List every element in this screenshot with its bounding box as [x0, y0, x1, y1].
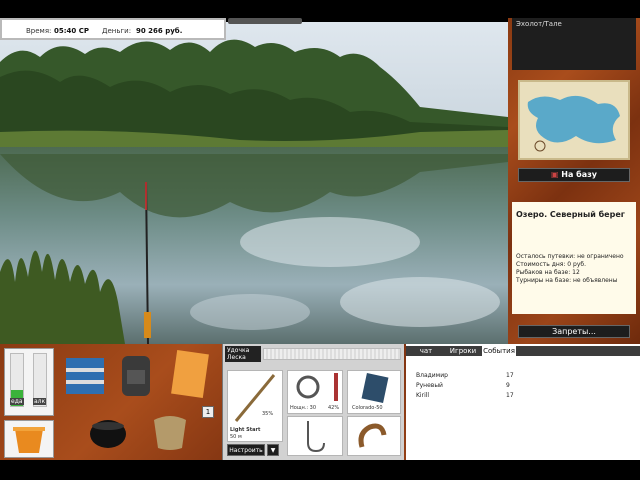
creel-slot[interactable]	[146, 404, 194, 458]
player-name[interactable]: Руневый	[416, 382, 443, 389]
hook-icon	[307, 421, 325, 453]
sonar-title: Эхолот/Тале	[516, 20, 562, 28]
rod-header: Удочка	[227, 347, 250, 354]
bottom-band	[0, 460, 640, 480]
tab-players[interactable]: Игроки	[446, 346, 480, 356]
time-label: Время:	[26, 27, 52, 35]
alcohol-gauge: алк	[33, 353, 47, 407]
food-gauge: еда	[10, 353, 24, 407]
line-header: Леска	[227, 354, 246, 361]
top-band	[0, 0, 640, 18]
backpack-slot[interactable]	[118, 348, 154, 402]
line-spool-icon	[361, 372, 389, 404]
pot-slot[interactable]	[86, 404, 130, 456]
bait-slot[interactable]	[347, 416, 401, 456]
status-gauges: еда алк	[4, 348, 54, 416]
car-icon: ▣	[550, 170, 562, 179]
gear-status-bar	[263, 348, 401, 360]
setup-dropdown-button[interactable]: ▼	[267, 444, 279, 456]
location-line: Рыбаков на базе: 12	[516, 269, 580, 276]
location-line: Осталось путевки: не ограничено	[516, 253, 624, 260]
fishing-line-slot[interactable]: Colorado-50	[347, 370, 401, 414]
location-line: Стоимость дня: 0 руб.	[516, 261, 586, 268]
info-panel: Время: 05:40 СР Деньги: 90 266 руб.	[0, 18, 226, 40]
to-base-button[interactable]: ▣ На базу	[518, 168, 630, 182]
time-value: 05:40 СР	[54, 27, 89, 35]
pot-icon	[90, 420, 126, 448]
bucket-slot[interactable]	[4, 420, 54, 458]
lake-map[interactable]	[518, 80, 630, 160]
rod-percent: 35%	[262, 411, 274, 417]
tackle-box-slot[interactable]	[62, 350, 108, 402]
inventory-count-badge: 1	[202, 406, 214, 418]
to-base-label: На базу	[561, 170, 598, 179]
notebook-icon	[171, 349, 209, 399]
location-panel: Озеро. Северный берег Осталось путевки: …	[512, 202, 636, 314]
gear-panel: Удочка Леска 35% Light Start 50 м Нощн.:…	[222, 344, 404, 460]
lake-scene[interactable]	[0, 22, 508, 344]
player-score: 17	[506, 392, 514, 399]
inventory: 1	[56, 344, 222, 460]
setup-button[interactable]: Настроить	[227, 444, 265, 456]
backpack-icon	[122, 356, 150, 396]
food-label: еда	[10, 398, 24, 405]
rod-icon	[234, 374, 276, 422]
money-label: Деньги:	[102, 27, 132, 35]
creel-icon	[154, 416, 186, 450]
line-name: Colorado-50	[352, 405, 383, 411]
location-line: Турниры на базе: не объявлены	[516, 277, 618, 284]
scene-illustration	[0, 22, 508, 344]
reel-slot[interactable]: Нощн.: 30 42%	[287, 370, 343, 414]
map-illustration	[520, 82, 628, 158]
player-score: 17	[506, 372, 514, 379]
chat-tabs: чат Игроки События	[406, 346, 640, 356]
tab-events[interactable]: События	[482, 346, 516, 356]
limits-button[interactable]: Запреты...	[518, 325, 630, 338]
gear-header: Удочка Леска	[225, 346, 261, 362]
bottom-panel: еда алк 1 Удочка Леска 35% Light Start 5…	[0, 344, 640, 460]
game-window: Время: 05:40 СР Деньги: 90 266 руб. Эхол…	[0, 0, 640, 480]
rod-name: Light Start	[230, 427, 261, 433]
notebook-slot[interactable]	[168, 348, 210, 404]
tackle-box-icon	[66, 358, 104, 394]
player-name[interactable]: Kirill	[416, 392, 429, 399]
tab-chat[interactable]: чат	[410, 346, 442, 356]
chat-panel: чат Игроки События Владимир 17 Руневый 9…	[406, 344, 640, 460]
alcohol-label: алк	[33, 398, 47, 405]
rod-slot[interactable]: 35% Light Start 50 м	[227, 370, 283, 442]
reel-label: Нощн.: 30	[290, 405, 317, 411]
bait-icon	[358, 423, 387, 448]
hook-slot[interactable]	[287, 416, 343, 456]
bucket-icon	[13, 427, 45, 453]
right-panel: Эхолот/Тале ▣ На базу Озеро. Северный бе…	[508, 18, 640, 344]
player-name[interactable]: Владимир	[416, 372, 448, 379]
sonar-panel[interactable]: Эхолот/Тале	[512, 18, 636, 70]
location-title: Озеро. Северный берег	[516, 210, 625, 219]
money-value: 90 266 руб.	[136, 27, 183, 35]
rod-length: 50 м	[230, 434, 242, 440]
reel-icon	[296, 373, 338, 401]
player-score: 9	[506, 382, 510, 389]
mini-tabs[interactable]	[228, 18, 302, 24]
reel-percent: 42%	[328, 405, 340, 411]
